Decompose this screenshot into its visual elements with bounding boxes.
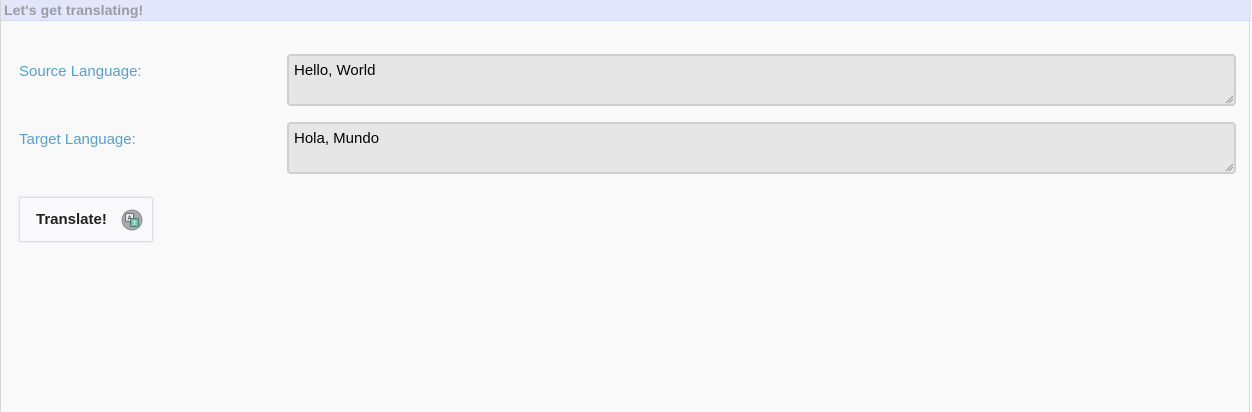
translate-button[interactable]: Translate! A 文 [19, 197, 153, 242]
target-language-label: Target Language: [19, 131, 136, 148]
source-language-field-wrapper: Hello, World [287, 54, 1236, 106]
translate-button-label: Translate! [36, 211, 107, 228]
target-language-input[interactable]: Hola, Mundo [287, 122, 1236, 174]
page-title: Let's get translating! [4, 2, 144, 18]
translate-icon: A 文 [121, 209, 143, 231]
app-window: Let's get translating! Source Language: … [0, 0, 1251, 412]
target-language-field-wrapper: Hola, Mundo [287, 122, 1236, 174]
svg-text:文: 文 [132, 219, 138, 227]
resize-grip-icon[interactable] [1225, 95, 1234, 104]
title-bar: Let's get translating! [1, 0, 1251, 21]
source-language-input[interactable]: Hello, World [287, 54, 1236, 106]
resize-grip-icon[interactable] [1225, 163, 1234, 172]
source-language-label: Source Language: [19, 63, 142, 80]
